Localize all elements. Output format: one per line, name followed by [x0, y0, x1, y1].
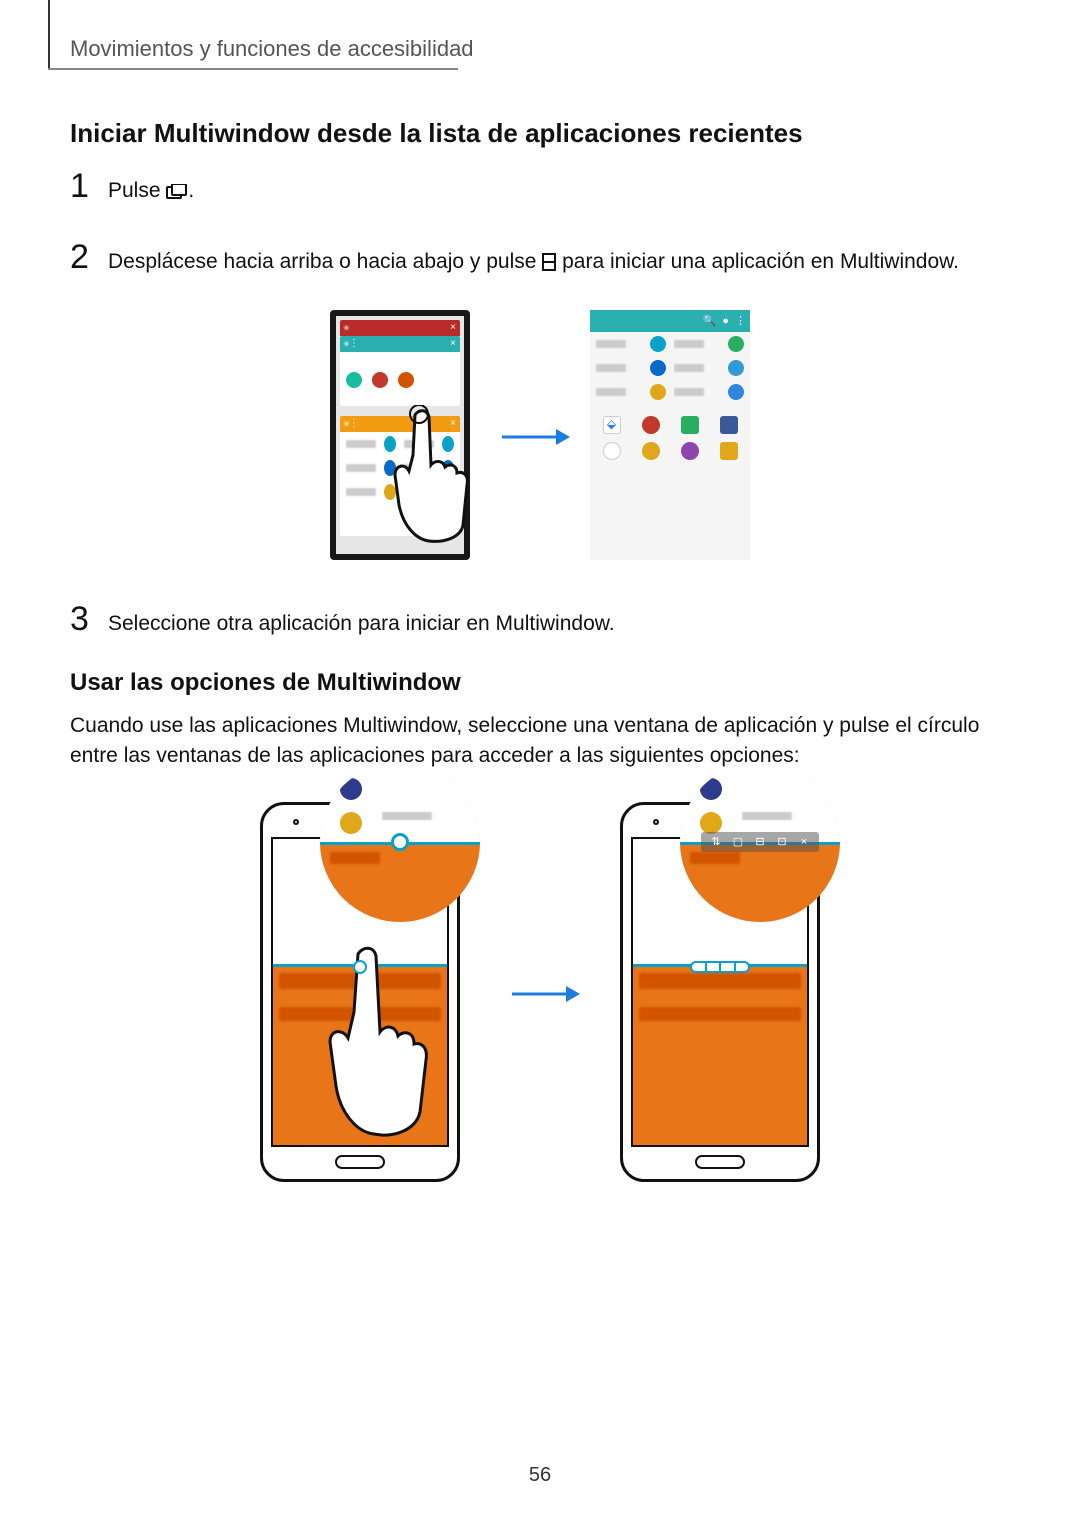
step-1: 1 Pulse .	[70, 167, 1010, 208]
paragraph-multiwindow-options: Cuando use las aplicaciones Multiwindow,…	[70, 711, 1010, 772]
swap-windows-icon: ⇅	[709, 835, 723, 849]
multiwindow-toolbar: ⇅ ▢ ⊟ ⊡ ×	[701, 832, 819, 852]
search-icon: 🔍	[703, 314, 717, 327]
magnifier-divider-toolbar: ⇅ ▢ ⊟ ⊡ ×	[680, 762, 840, 922]
illustration-phone-divider-toolbar: ⇅ ▢ ⊟ ⊡ ×	[620, 802, 820, 1182]
step-2: 2 Desplácese hacia arriba o hacia abajo …	[70, 238, 1010, 279]
minimize-icon: ⊟	[753, 835, 767, 849]
step-1-text-before: Pulse	[108, 179, 166, 202]
step-1-text: Pulse .	[108, 170, 194, 208]
arrow-right-icon	[500, 425, 560, 445]
step-2-text: Desplácese hacia arriba o hacia abajo y …	[108, 241, 959, 279]
step-3-text: Seleccione otra aplicación para iniciar …	[108, 603, 615, 638]
figure-recent-apps-to-multiwindow: ●× ●⋮× ●⋮×	[70, 310, 1010, 560]
page-number: 56	[529, 1464, 551, 1487]
step-2-text-before: Desplácese hacia arriba o hacia abajo y …	[108, 250, 542, 273]
hand-pointer-icon	[385, 405, 475, 545]
heading-multiwindow-options: Usar las opciones de Multiwindow	[70, 669, 1010, 697]
step-2-number: 2	[70, 238, 108, 277]
arrow-right-icon	[510, 982, 570, 1002]
split-view-icon	[542, 250, 556, 279]
magnifier-divider-circle	[320, 762, 480, 922]
cloud-icon: ●	[722, 315, 729, 327]
maximize-icon: ⊡	[775, 835, 789, 849]
illustration-recent-apps-device: ●× ●⋮× ●⋮×	[330, 310, 470, 560]
illustration-phone-tap-divider	[260, 802, 460, 1182]
hand-pointer-icon	[320, 942, 430, 1142]
close-icon: ×	[797, 835, 811, 849]
header-tab-underline	[48, 68, 458, 70]
header-tab-edge	[48, 0, 50, 70]
page-content: Iniciar Multiwindow desde la lista de ap…	[70, 110, 1010, 1222]
section-breadcrumb: Movimientos y funciones de accesibilidad	[70, 36, 474, 62]
recent-apps-icon	[166, 179, 188, 208]
more-icon: ⋮	[735, 314, 746, 327]
figure-multiwindow-options: ⇅ ▢ ⊟ ⊡ ×	[70, 802, 1010, 1182]
illustration-my-files-panel: 🔍 ● ⋮ ⬙	[590, 310, 750, 560]
step-1-number: 1	[70, 167, 108, 206]
drag-content-icon: ▢	[731, 835, 745, 849]
step-2-text-after: para iniciar una aplicación en Multiwind…	[556, 250, 959, 273]
step-3-number: 3	[70, 600, 108, 639]
step-1-text-after: .	[188, 179, 194, 202]
heading-start-multiwindow: Iniciar Multiwindow desde la lista de ap…	[70, 118, 1010, 149]
step-3: 3 Seleccione otra aplicación para inicia…	[70, 600, 1010, 639]
